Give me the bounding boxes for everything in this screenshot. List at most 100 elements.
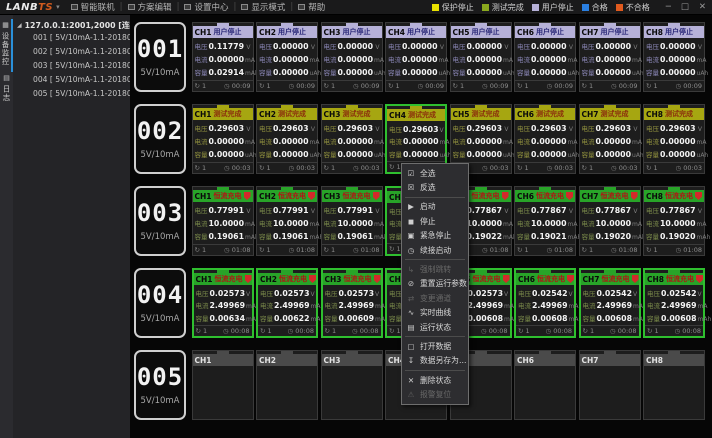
voltage-unit: V [246,44,250,51]
current-value: 2.49969 [532,301,568,310]
channel-card[interactable]: CH7用户停止电压0.00000V电流0.00000mA容量0.00000uAh… [579,22,641,92]
channel-name: CH4 [389,111,406,120]
context-menu-item-invert-selection[interactable]: ☒反选 [402,180,468,194]
restore-button[interactable]: □ [681,2,689,12]
capacity-value: 0.00608 [532,314,568,323]
device-badge[interactable]: 0025V/10mA [134,104,186,174]
close-button[interactable]: ✕ [699,2,706,12]
channel-card[interactable]: CH7 [579,350,641,420]
channel-card[interactable]: CH2测试完成电压0.29603V电流0.00000mA容量0.00000uAh… [256,104,318,174]
channel-card[interactable]: CH8恒流充电电压0.02542V电流2.49969mA容量0.00608mAh… [643,268,705,338]
channel-card[interactable]: CH3用户停止电压0.00000V电流0.00000mA容量0.00000uAh… [321,22,383,92]
loop-count: ↻ 1 [325,327,337,335]
channel-card[interactable]: CH1 [192,350,254,420]
context-menu-item-delete-status[interactable]: ✕删除状态 [402,373,468,387]
tree-expand-icon[interactable]: ◢ [17,22,22,29]
device-badge[interactable]: 0015V/10mA [134,22,186,92]
loop-value: 1 [267,82,271,90]
reset-run-params-icon: ⊘ [406,279,416,288]
device-badge[interactable]: 0055V/10mA [134,350,186,420]
channel-card[interactable]: CH3恒流充电电压0.77991V电流10.0000mA容量0.19061mAh… [321,186,383,256]
device-number: 002 [137,118,183,144]
context-menu-item-select-all[interactable]: ☑全选 [402,166,468,180]
channel-card[interactable]: CH2 [256,350,318,420]
voltage-label: 电压 [582,205,595,215]
channel-status: 测试完成 [472,109,500,119]
channel-card[interactable]: CH6恒流充电电压0.77867V电流10.0000mA容量0.19021mAh… [514,186,576,256]
tree-device-node[interactable]: 005 [ 5V/10mA-1.1-20180501005 ] [17,87,128,101]
context-menu-item-realtime-curve[interactable]: ∿实时曲线 [402,306,468,320]
strip-tab-label: 日志 [1,85,12,102]
channel-card[interactable]: CH8测试完成电压0.29603V电流0.00000mA容量0.00000uAh… [643,104,705,174]
voltage-value: 0.00000 [660,42,697,51]
channel-card[interactable]: CH6 [514,350,576,420]
channel-card[interactable]: CH1用户停止电压0.11779V电流0.00000mA容量0.02914mAh… [192,22,254,92]
channel-card[interactable]: CH2恒流充电电压0.02573V电流2.49969mA容量0.00622mAh… [256,268,318,338]
loop-count: ↻ 1 [518,327,530,335]
clock-icon: ◷ [482,246,490,254]
channel-card[interactable]: CH6用户停止电压0.00000V电流0.00000mA容量0.00000uAh… [514,22,576,92]
current-unit: mA [310,57,320,64]
channel-card[interactable]: CH5用户停止电压0.00000V电流0.00000mA容量0.00000uAh… [450,22,512,92]
brand-dropdown-icon[interactable]: ▾ [56,3,60,11]
context-menu-item-start[interactable]: ▶启动 [402,200,468,214]
context-menu-item-resume-start[interactable]: ◷续接启动 [402,243,468,257]
device-number: 003 [137,200,183,226]
elapsed-time: ◷ 00:08 [352,327,378,335]
voltage-value: 0.77867 [531,206,568,215]
tree-device-node[interactable]: 003 [ 5V/10mA-1.1-20180501003 ] [17,59,128,73]
channel-card[interactable]: CH8恒流充电电压0.77867V电流10.0000mA容量0.19020mAh… [643,186,705,256]
tree-root-node[interactable]: ◢ 127.0.0.1:2001,2000 [连接设备5 台] [17,20,128,31]
loop-count: ↻ 1 [259,82,271,90]
channel-card[interactable]: CH3恒流充电电压0.02573V电流2.49969mA容量0.00609mAh… [321,268,383,338]
capacity-label: 容量 [259,231,272,241]
channel-card[interactable]: CH1恒流充电电压0.02573V电流2.49969mA容量0.00634mAh… [192,268,254,338]
capacity-label: 容量 [582,67,595,77]
resume-start-icon: ◷ [406,246,416,255]
channel-card[interactable]: CH7恒流充电电压0.02542V电流2.49969mA容量0.00608mAh… [579,268,641,338]
current-label: 电流 [646,54,659,64]
context-menu-item-emergency-stop[interactable]: ▣紧急停止 [402,229,468,243]
channel-footer: ↻ 1◷ 01:08 [515,244,575,255]
channel-card[interactable]: CH2用户停止电压0.00000V电流0.00000mA容量0.00000uAh… [256,22,318,92]
channel-card[interactable]: CH1恒流充电电压0.77991V电流10.0000mA容量0.19061mAh… [192,186,254,256]
voltage-row: 电压0.00000V [453,41,509,51]
channel-card[interactable]: CH1测试完成电压0.29603V电流0.00000mA容量0.00000uAh… [192,104,254,174]
tree-device-node[interactable]: 002 [ 5V/10mA-1.1-20180501002 ] [17,45,128,59]
channel-card[interactable]: CH6恒流充电电压0.02542V电流2.49969mA容量0.00608mAh… [514,268,576,338]
voltage-label: 电压 [646,205,659,215]
minimize-button[interactable]: ─ [666,2,671,12]
channel-card[interactable]: CH2恒流充电电压0.77991V电流10.0000mA容量0.19061mAh… [256,186,318,256]
capacity-row: 容量0.00608mAh [518,313,572,323]
channel-card[interactable]: CH7恒流充电电压0.77867V电流10.0000mA容量0.19020mAh… [579,186,641,256]
legend-label: 合格 [592,2,608,13]
strip-tab-device-monitor[interactable]: ▦设备监控 [0,19,13,72]
channel-name: CH7 [582,356,599,365]
device-badge[interactable]: 0035V/10mA [134,186,186,256]
context-menu-item-stop[interactable]: ◼停止 [402,214,468,228]
channel-card[interactable]: CH3 [321,350,383,420]
menubar-item-smart-link[interactable]: 智能联机 [66,1,120,13]
capacity-label: 容量 [324,67,337,77]
tree-device-node[interactable]: 004 [ 5V/10mA-1.1-20180501004 ] [17,73,128,87]
menubar-item-help[interactable]: 帮助 [293,1,330,13]
channel-card[interactable]: CH7测试完成电压0.29603V电流0.00000mA容量0.00000uAh… [579,104,641,174]
channel-card[interactable]: CH8用户停止电压0.00000V电流0.00000mA容量0.00000uAh… [643,22,705,92]
channel-card[interactable]: CH8 [643,350,705,420]
strip-tab-log[interactable]: ▤日志 [1,72,12,108]
context-menu-item-run-status[interactable]: ▤运行状态 [402,320,468,334]
menubar-item-plan-edit[interactable]: 方案编辑 [123,1,177,13]
channel-card[interactable]: CH6测试完成电压0.29603V电流0.00000mA容量0.00000uAh… [514,104,576,174]
voltage-unit: V [504,44,508,51]
channel-footer: ↻ 1◷ 00:09 [515,80,575,91]
context-menu-item-save-data-as[interactable]: ↧数据另存为... [402,354,468,368]
context-menu-item-open-data[interactable]: ▢打开数据 [402,339,468,353]
tree-device-node[interactable]: 001 [ 5V/10mA-1.1-20180501001 ] [17,31,128,45]
context-menu-item-reset-run-params[interactable]: ⊘重置运行参数 [402,277,468,291]
channel-card[interactable]: CH4用户停止电压0.00000V电流0.00000mA容量0.00000uAh… [385,22,447,92]
device-badge[interactable]: 0045V/10mA [134,268,186,338]
menubar-item-display-mode[interactable]: 显示模式 [236,1,290,13]
channel-card[interactable]: CH3测试完成电压0.29603V电流0.00000mA容量0.00000uAh… [321,104,383,174]
channel-name: CH1 [196,275,213,284]
menubar-item-settings-center[interactable]: 设置中心 [179,1,233,13]
